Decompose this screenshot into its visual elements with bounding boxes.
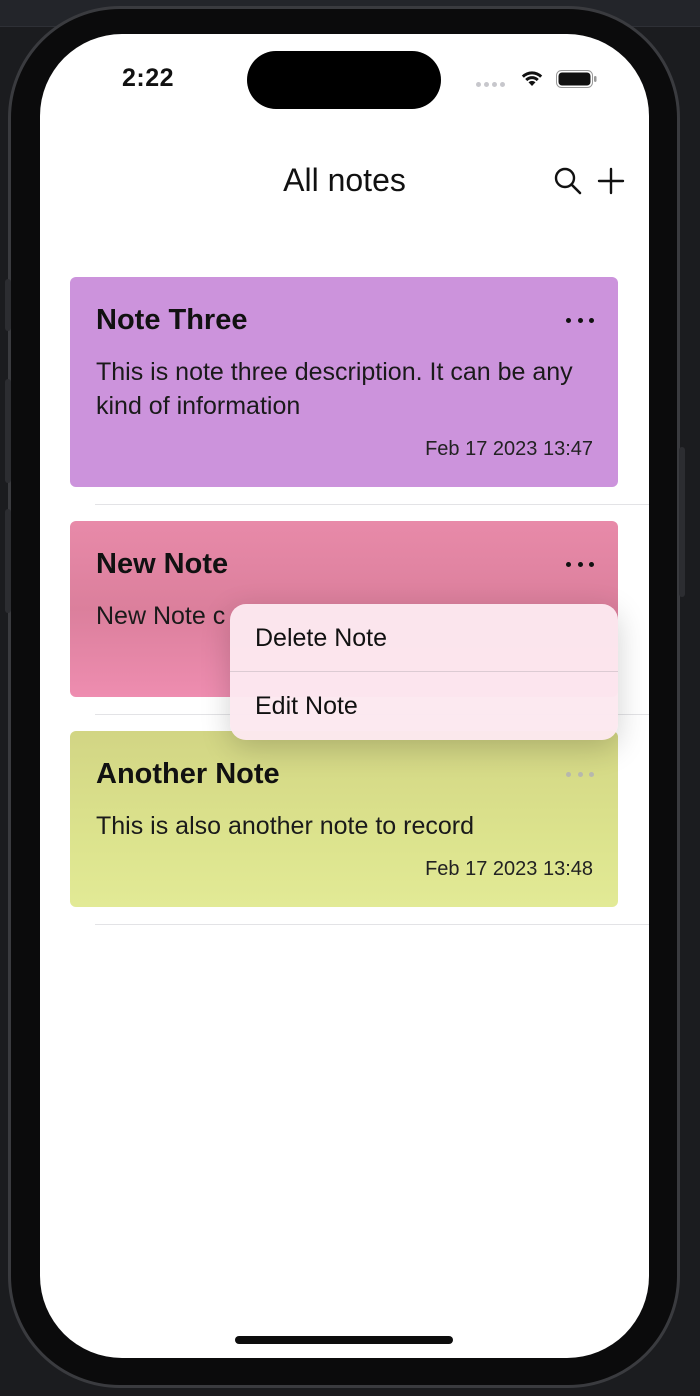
cellular-signal-icon: [476, 82, 505, 87]
app-screen: 2:22 All notes Note Three This is note t…: [40, 34, 649, 1358]
note-description: This is note three description. It can b…: [96, 358, 573, 420]
list-divider: [95, 924, 649, 925]
dynamic-island: [247, 51, 441, 109]
plus-icon[interactable]: [596, 166, 626, 196]
wifi-icon: [521, 71, 543, 86]
side-button: [5, 279, 11, 331]
status-time: 2:22: [122, 64, 175, 92]
note-date: Feb 17 2023 13:48: [425, 858, 593, 880]
note-card[interactable]: Another Note This is also another note t…: [70, 731, 618, 907]
more-options-icon[interactable]: [566, 315, 594, 325]
note-title: Note Three: [96, 304, 248, 336]
more-options-icon[interactable]: [566, 769, 594, 779]
power-button: [679, 447, 685, 597]
context-menu: Delete Note Edit Note: [230, 604, 618, 740]
home-indicator[interactable]: [235, 1336, 453, 1344]
note-description: This is also another note to record: [96, 812, 474, 840]
note-date: Feb 17 2023 13:47: [425, 438, 593, 460]
list-divider: [95, 504, 649, 505]
note-title: Another Note: [96, 758, 280, 790]
volume-up-button: [5, 379, 11, 483]
search-icon[interactable]: [553, 166, 583, 196]
note-title: New Note: [96, 548, 229, 580]
note-card[interactable]: Note Three This is note three descriptio…: [70, 277, 618, 487]
battery-icon: [556, 70, 597, 88]
volume-down-button: [5, 509, 11, 613]
delete-note-menu-item[interactable]: Delete Note: [230, 604, 618, 672]
more-options-icon[interactable]: [566, 559, 594, 569]
edit-note-menu-item[interactable]: Edit Note: [230, 672, 618, 740]
